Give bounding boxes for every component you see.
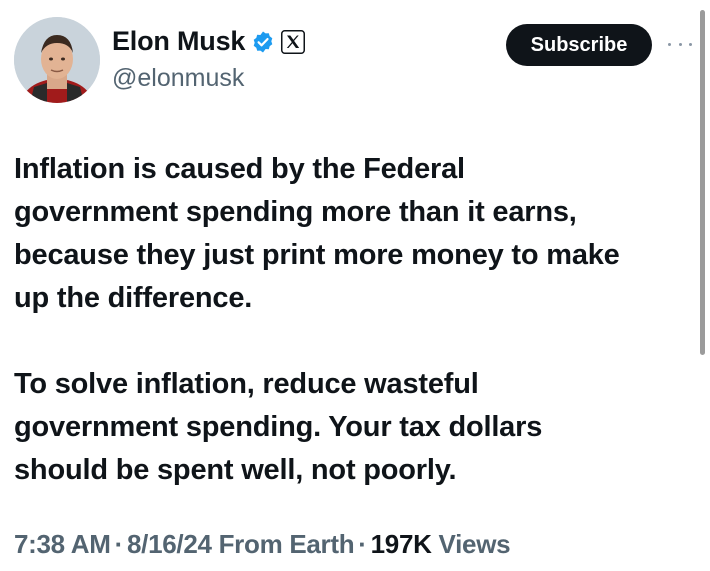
author-name-row: Elon Musk: [112, 26, 306, 57]
more-options-icon[interactable]: [668, 36, 692, 52]
meta-separator: ·: [114, 529, 124, 559]
views-label: Views: [438, 529, 511, 559]
tweet-time[interactable]: 7:38 AM: [14, 529, 111, 559]
tweet-date[interactable]: 8/16/24: [127, 529, 212, 559]
author-display-name[interactable]: Elon Musk: [112, 26, 245, 57]
tweet-paragraph: To solve inflation, reduce wasteful gove…: [14, 368, 543, 486]
more-dot: [668, 42, 671, 46]
x-logo-icon[interactable]: [281, 29, 306, 54]
tweet-meta: 7:38 AM · 8/16/24 From Earth · 197K Views: [14, 529, 511, 560]
tweet-paragraph: Inflation is caused by the Federal gover…: [14, 153, 620, 314]
views-count: 197K: [370, 529, 432, 559]
verified-badge-icon[interactable]: [251, 30, 275, 54]
avatar[interactable]: [14, 17, 100, 103]
more-dot: [678, 42, 682, 46]
profile-photo-icon: [14, 17, 100, 103]
tweet-card: Elon Musk @elonmusk Subscribe Inflation …: [0, 0, 710, 571]
tweet-text: Inflation is caused by the Federal gover…: [14, 148, 694, 492]
tweet-source: From Earth: [218, 529, 355, 559]
scrollbar[interactable]: [700, 10, 705, 355]
subscribe-button[interactable]: Subscribe: [506, 24, 652, 66]
author-handle[interactable]: @elonmusk: [112, 64, 244, 93]
meta-separator: ·: [358, 529, 367, 559]
more-dot: [689, 42, 692, 46]
